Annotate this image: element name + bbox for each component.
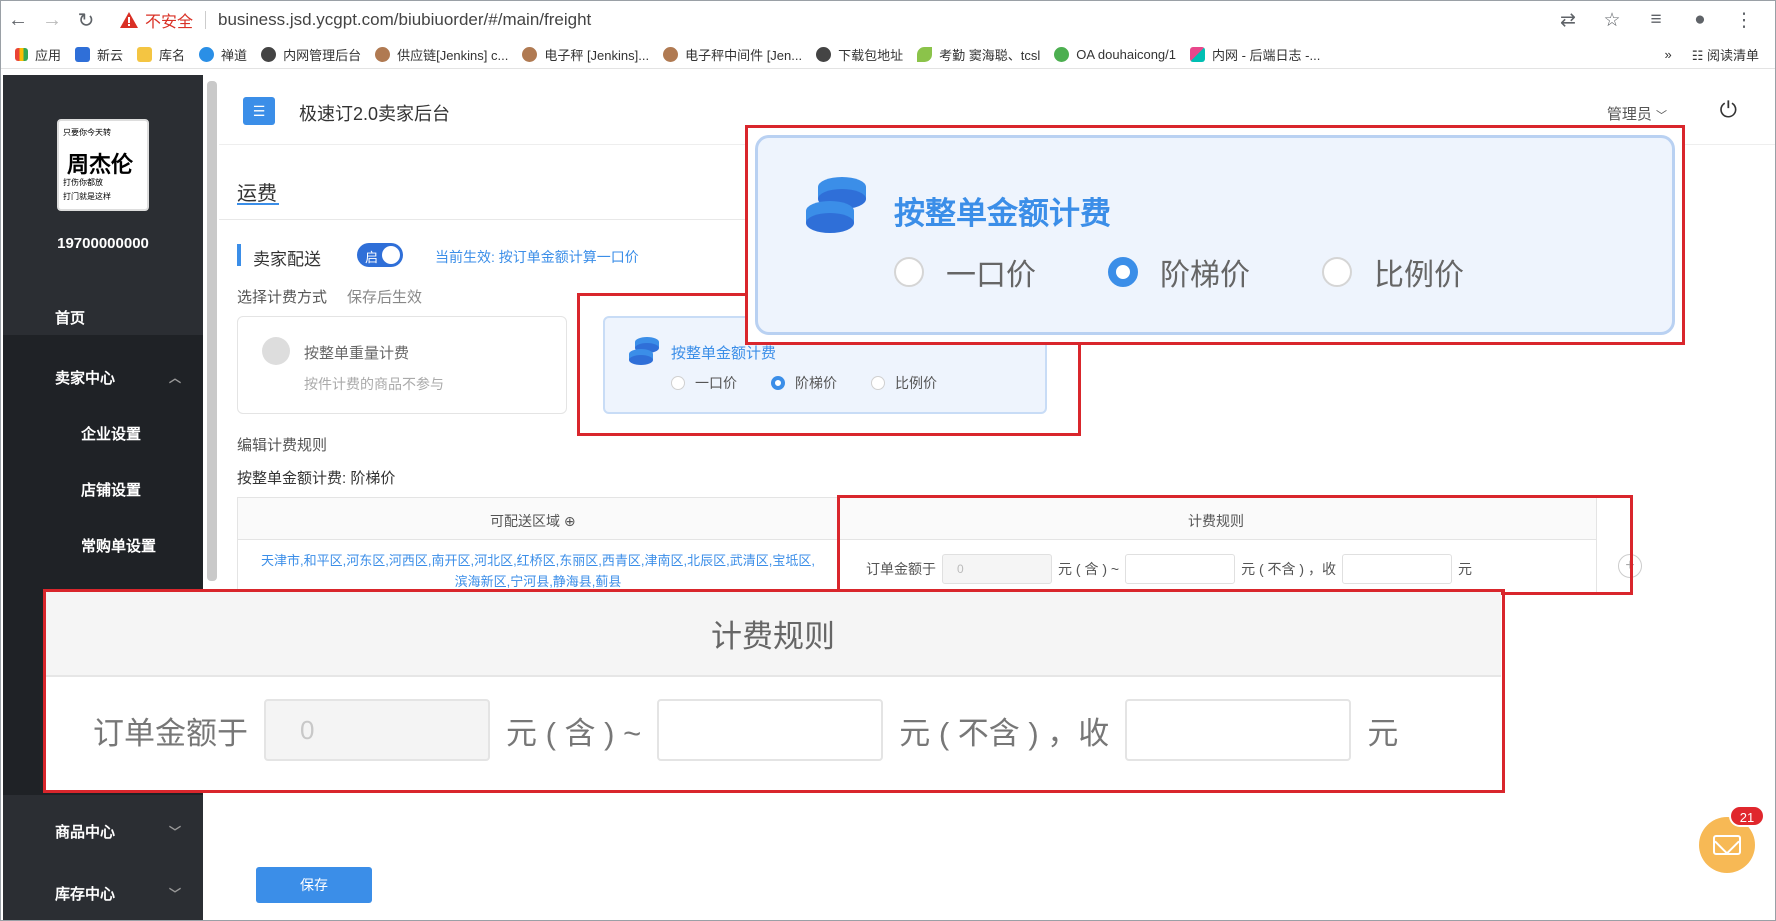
back-icon[interactable]: ← [1, 3, 35, 37]
jenkins-icon [663, 47, 679, 62]
zoom-radio-ratio-price[interactable] [1322, 257, 1352, 287]
zoom-amount-card: 按整单金额计费 一口价 阶梯价 比例价 [755, 135, 1675, 335]
current-effect-text: 当前生效: 按订单金额计算一口价 [435, 249, 639, 265]
jenkins-icon [522, 47, 538, 62]
user-phone: 19700000000 [57, 235, 149, 252]
message-count-badge: 21 [1729, 805, 1765, 827]
reading-list-icon: ☷ [1691, 48, 1707, 63]
address-bar[interactable]: 不安全 business.jsd.ycgpt.com/biubiuorder/#… [109, 5, 1551, 35]
chevron-down-icon: ﹀ [1656, 110, 1667, 122]
gear-icon [1054, 47, 1070, 62]
highlight-box-rules [837, 495, 1633, 595]
star-icon[interactable]: ☆ [1595, 9, 1629, 32]
bookmark-backend-log[interactable]: 内网 - 后端日志 -... [1190, 45, 1320, 64]
sidebar-item-product-center[interactable]: 商品中心 ﹀ [3, 811, 203, 851]
sidebar-item-inventory-center[interactable]: 库存中心 ﹀ [3, 873, 203, 913]
zoom-radio-flat-price[interactable] [894, 257, 924, 287]
edit-rules-title: 编辑计费规则 [237, 437, 328, 454]
globe-icon [816, 47, 832, 62]
jenkins-icon [375, 47, 391, 62]
browser-toolbar: ← → ↻ 不安全 business.jsd.ycgpt.com/biubiuo… [1, 1, 1775, 39]
chevron-down-icon: ﹀ [168, 886, 181, 901]
bookmark-oa[interactable]: OA douhaicong/1 [1054, 47, 1176, 62]
bookmark-kuming[interactable]: 库名 [137, 45, 185, 64]
warning-icon [120, 12, 138, 28]
bookmark-attendance[interactable]: 考勤 窦海聪、tcsl [917, 45, 1040, 64]
admin-menu[interactable]: 管理员 ﹀ [1607, 103, 1667, 124]
toggle-knob [382, 246, 400, 264]
add-region-icon[interactable]: ⊕ [564, 513, 576, 529]
translate-icon[interactable]: ⇄ [1551, 9, 1585, 32]
leaf-icon [917, 47, 933, 62]
url-text[interactable]: business.jsd.ycgpt.com/biubiuorder/#/mai… [218, 10, 591, 30]
save-button[interactable]: 保存 [256, 867, 372, 903]
bookmarks-overflow-icon[interactable]: » [1664, 47, 1671, 62]
forward-icon[interactable]: → [35, 3, 69, 37]
bookmark-jenkins-middleware[interactable]: 电子秤中间件 [Jen... [663, 45, 802, 64]
tabs-divider [219, 219, 759, 220]
bookmark-jenkins-scale[interactable]: 电子秤 [Jenkins]... [522, 45, 649, 64]
weight-icon [262, 337, 290, 365]
avatar: 只要你今天转 周杰伦 打伤你都放 打门就是这样 [57, 119, 149, 211]
reading-mode-icon[interactable]: ≡ [1639, 9, 1673, 31]
bookmarks-right: » ☷ 阅读清单 [1664, 45, 1759, 64]
sidebar-item-home[interactable]: 首页 [3, 297, 203, 337]
sidebar-item-regular-order-settings[interactable]: 常购单设置 [3, 525, 203, 565]
bookmark-xinyun[interactable]: 新云 [75, 45, 123, 64]
method-label: 选择计费方式 [237, 289, 328, 306]
power-icon[interactable]: ⏻ [1720, 97, 1737, 123]
zoom-radio-tiered-price[interactable] [1108, 257, 1138, 287]
browser-window: ← → ↻ 不安全 business.jsd.ycgpt.com/biubiuo… [0, 0, 1776, 921]
col-region-header: 可配送区域 ⊕ [490, 513, 576, 529]
url-separator [205, 11, 207, 29]
kibana-icon [1190, 47, 1205, 62]
seller-delivery-toggle[interactable]: 启 [357, 243, 403, 267]
sidebar-item-company-settings[interactable]: 企业设置 [3, 413, 203, 453]
reading-list-button[interactable]: ☷ 阅读清单 [1692, 45, 1759, 64]
method-hint: 保存后生效 [347, 289, 423, 306]
zoom-callout-rules-border [43, 589, 1505, 793]
sidebar-item-shop-settings[interactable]: 店铺设置 [3, 469, 203, 509]
section-marker [237, 244, 241, 266]
bookmark-download[interactable]: 下载包地址 [816, 45, 903, 64]
weight-billing-card[interactable]: 按整单重量计费 按件计费的商品不参与 [237, 316, 567, 414]
sidebar: 只要你今天转 周杰伦 打伤你都放 打门就是这样 19700000000 首页 卖… [3, 75, 203, 920]
bookmark-icon [199, 47, 215, 62]
coins-icon [806, 177, 866, 233]
browser-actions: ⇄ ☆ ≡ ● ⋮ [1551, 9, 1761, 32]
tab-active-indicator [237, 203, 279, 205]
section-title: 卖家配送 [253, 250, 321, 269]
bookmark-icon [75, 47, 91, 62]
edit-rules-subtitle: 按整单金额计费: 阶梯价 [237, 470, 396, 487]
app-title: 极速订2.0卖家后台 [299, 104, 451, 124]
reload-icon[interactable]: ↻ [69, 3, 103, 37]
bookmark-intranet-admin[interactable]: 内网管理后台 [261, 45, 361, 64]
bookmark-jenkins-supply[interactable]: 供应链[Jenkins] c... [375, 45, 508, 64]
globe-icon [261, 47, 277, 62]
apps-grid-icon [15, 48, 28, 61]
bookmark-apps[interactable]: 应用 [15, 45, 61, 64]
folder-icon [137, 47, 153, 62]
zoom-pricing-radio-group: 一口价 阶梯价 比例价 [894, 250, 1536, 294]
chevron-down-icon: ﹀ [168, 824, 181, 839]
insecure-label: 不安全 [145, 14, 194, 31]
bookmark-chandao[interactable]: 禅道 [199, 45, 247, 64]
tab-freight[interactable]: 运费 [237, 177, 277, 206]
more-menu-icon[interactable]: ⋮ [1727, 9, 1761, 32]
mail-icon [1713, 835, 1741, 855]
region-list[interactable]: 天津市,和平区,河东区,河西区,南开区,河北区,红桥区,东丽区,西青区,津南区,… [258, 550, 818, 592]
menu-toggle-icon[interactable]: ☰ [243, 97, 275, 125]
sidebar-scrollbar[interactable] [207, 81, 217, 581]
sidebar-item-seller-center[interactable]: 卖家中心 ︿ [3, 357, 203, 397]
bookmarks-bar: 应用 新云 库名 禅道 内网管理后台 供应链[Jenkins] c... 电子秤… [1, 41, 1775, 69]
profile-icon[interactable]: ● [1683, 9, 1717, 31]
chevron-up-icon: ︿ [168, 370, 181, 385]
